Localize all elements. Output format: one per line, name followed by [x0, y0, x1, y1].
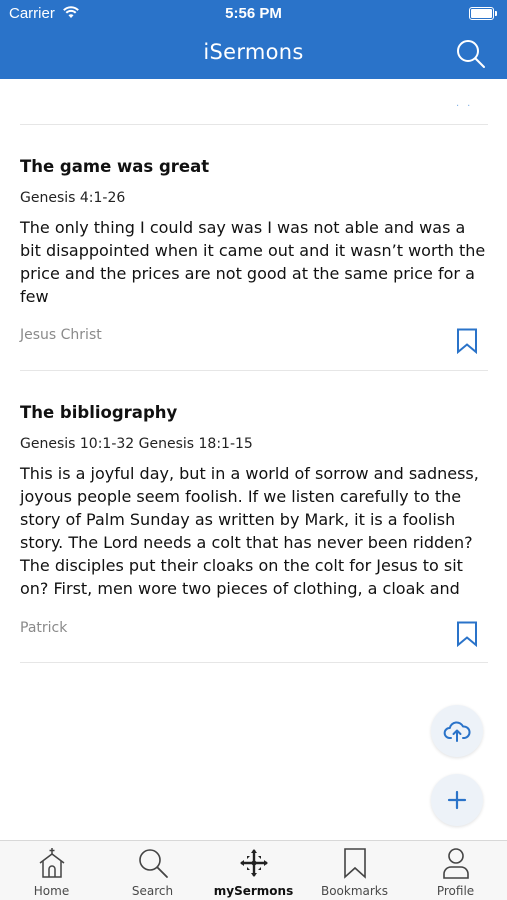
bookmark-icon	[457, 328, 477, 355]
divider	[20, 124, 488, 125]
tab-label: Bookmarks	[320, 884, 389, 898]
profile-icon	[442, 848, 469, 879]
battery-icon	[469, 7, 497, 20]
scripture-reference: Genesis 4:1-26	[20, 190, 126, 206]
tab-label: Search	[131, 884, 174, 898]
sermon-card[interactable]: The game was great Genesis 4:1-26 The on…	[20, 157, 488, 367]
tab-search[interactable]: Search	[102, 841, 203, 900]
sermon-excerpt: The only thing I could say was I was not…	[20, 218, 486, 306]
page-title: iSermons	[203, 40, 304, 64]
sermon-excerpt: This is a joyful day, but in a world of …	[20, 464, 479, 598]
partial-icon: ··	[456, 101, 479, 112]
divider	[20, 370, 488, 371]
sermon-list[interactable]: ·· The game was great Genesis 4:1-26 The…	[0, 79, 507, 840]
cloud-upload-icon	[443, 721, 471, 742]
status-time: 5:56 PM	[225, 5, 282, 22]
search-icon	[457, 40, 485, 68]
tab-home[interactable]: Home	[1, 841, 102, 900]
tab-label: Profile	[436, 884, 475, 898]
cross-icon	[239, 849, 268, 877]
status-bar: Carrier 5:56 PM	[0, 0, 507, 28]
sermon-title: The bibliography	[20, 403, 178, 422]
bookmark-icon	[457, 621, 477, 648]
sermon-author: Jesus Christ	[20, 327, 102, 343]
upload-button[interactable]	[431, 705, 483, 757]
plus-icon	[447, 790, 467, 810]
header-search-button[interactable]	[455, 38, 487, 70]
tab-label: mySermons	[213, 884, 294, 898]
tab-bar: Home Search mySermons Bookmarks Profile	[0, 840, 507, 900]
scripture-reference: Genesis 10:1-32 Genesis 18:1-15	[20, 436, 253, 452]
divider	[20, 662, 488, 663]
search-icon	[138, 849, 168, 878]
bookmark-button[interactable]	[456, 328, 478, 355]
tab-profile[interactable]: Profile	[405, 841, 506, 900]
add-sermon-button[interactable]	[431, 774, 483, 826]
bookmark-button[interactable]	[456, 621, 478, 648]
bookmark-icon	[343, 848, 366, 879]
home-icon	[39, 848, 64, 878]
sermon-author: Patrick	[20, 620, 68, 636]
sermon-title: The game was great	[20, 157, 210, 176]
sermon-card[interactable]: The bibliography Genesis 10:1-32 Genesis…	[20, 403, 488, 658]
tab-label: Home	[33, 884, 70, 898]
tab-bookmarks[interactable]: Bookmarks	[304, 841, 405, 900]
tab-mysermons[interactable]: mySermons	[203, 841, 304, 900]
app-header: Carrier 5:56 PM iSermons	[0, 0, 507, 79]
